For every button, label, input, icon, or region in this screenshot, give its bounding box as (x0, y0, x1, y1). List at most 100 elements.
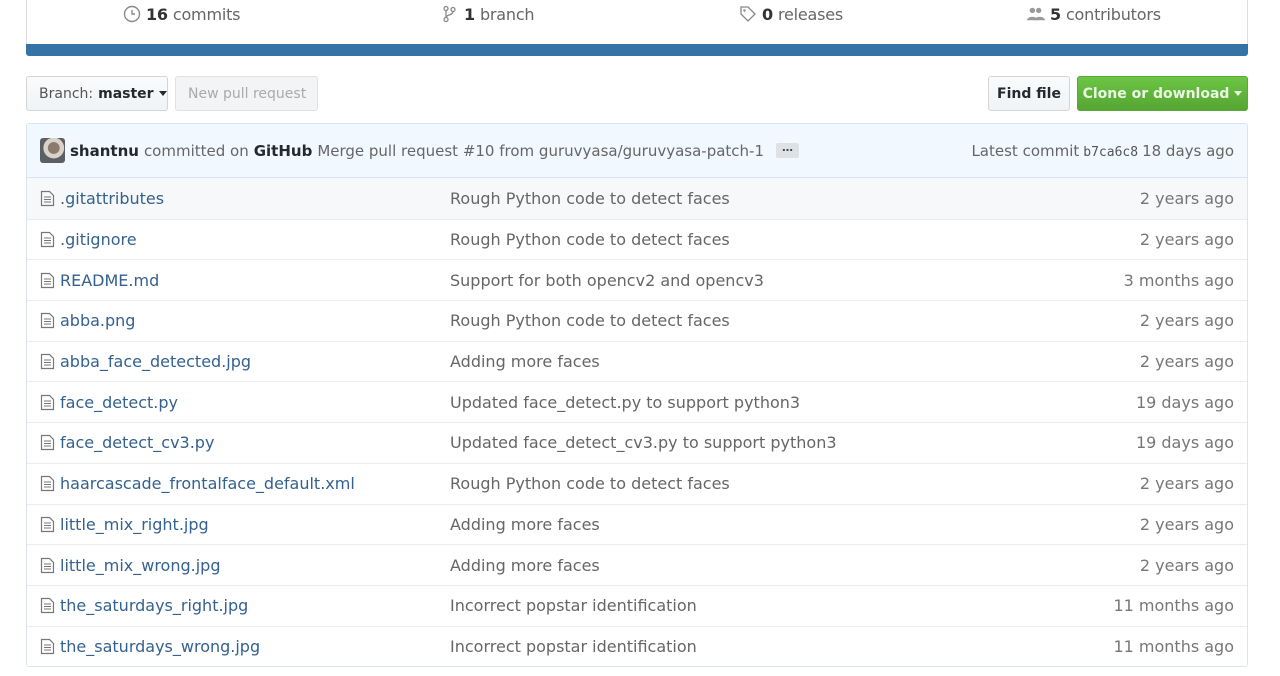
file-name-link[interactable]: the_saturdays_right.jpg (40, 596, 450, 615)
file-name-link[interactable]: README.md (40, 271, 450, 290)
file-commit-message-link[interactable]: Incorrect popstar identification (450, 596, 1113, 615)
latest-commit-label: Latest commit (971, 141, 1080, 160)
commit-author-link[interactable]: shantnu (70, 142, 139, 160)
file-commit-message-link[interactable]: Adding more faces (450, 515, 1140, 534)
latest-commit-bar: shantnu committed on GitHub Merge pull r… (27, 124, 1247, 178)
file-row: README.md Support for both opencv2 and o… (27, 259, 1247, 301)
file-row: the_saturdays_right.jpg Incorrect popsta… (27, 584, 1247, 626)
file-name-link[interactable]: haarcascade_frontalface_default.xml (40, 474, 450, 493)
branch-select-button[interactable]: Branch: master (26, 76, 168, 111)
file-text-icon (40, 557, 55, 573)
branches-label: branch (479, 4, 535, 24)
file-name: abba_face_detected.jpg (60, 352, 252, 372)
file-age: 2 years ago (1139, 352, 1234, 372)
file-name: README.md (60, 270, 160, 290)
language-bar[interactable] (26, 44, 1248, 56)
file-age: 2 years ago (1139, 230, 1234, 250)
file-name: face_detect.py (60, 392, 178, 412)
file-commit-message-link[interactable]: Adding more faces (450, 556, 1140, 575)
branches-count: 1 (464, 4, 475, 24)
contributors-link[interactable]: 5 contributors (1027, 0, 1161, 28)
file-age: 2 years ago (1139, 514, 1234, 534)
file-text-icon (40, 435, 55, 451)
file-name: the_saturdays_right.jpg (60, 596, 249, 616)
file-name-link[interactable]: .gitignore (40, 230, 450, 249)
file-name-link[interactable]: face_detect.py (40, 393, 450, 412)
file-text-icon (40, 598, 55, 614)
file-row: face_detect_cv3.py Updated face_detect_c… (27, 422, 1247, 463)
commits-count: 16 (146, 4, 168, 24)
file-name-link[interactable]: the_saturdays_wrong.jpg (40, 637, 450, 656)
file-commit-message-link[interactable]: Updated face_detect_cv3.py to support py… (450, 433, 1136, 452)
file-commit-message-link[interactable]: Incorrect popstar identification (450, 637, 1113, 656)
file-name: little_mix_right.jpg (60, 514, 209, 534)
commit-message-link[interactable]: Merge pull request #10 from guruvyasa/gu… (317, 142, 764, 160)
commit-sha-link[interactable]: b7ca6c8 (1083, 145, 1138, 160)
commits-link[interactable]: 16 commits (123, 0, 240, 28)
file-row: little_mix_wrong.jpg Adding more faces 2… (27, 544, 1247, 585)
expand-commit-button[interactable]: … (776, 142, 800, 158)
file-name: .gitattributes (60, 188, 165, 208)
file-text-icon (40, 272, 55, 288)
avatar[interactable] (40, 138, 65, 163)
people-icon (1027, 7, 1045, 21)
file-row: the_saturdays_wrong.jpg Incorrect popsta… (27, 625, 1247, 667)
file-name: the_saturdays_wrong.jpg (60, 636, 261, 656)
file-age: 2 years ago (1139, 188, 1234, 208)
committed-on-text: committed on (143, 141, 249, 160)
file-text-icon (40, 516, 55, 532)
file-text-icon (40, 638, 55, 655)
file-age: 2 years ago (1139, 311, 1234, 331)
file-name-link[interactable]: .gitattributes (40, 189, 450, 208)
file-text-icon (40, 190, 55, 206)
file-name-link[interactable]: little_mix_wrong.jpg (40, 556, 450, 575)
file-name: haarcascade_frontalface_default.xml (60, 474, 355, 494)
branches-link[interactable]: 1 branch (441, 0, 535, 28)
file-commit-message-link[interactable]: Rough Python code to detect faces (450, 474, 1140, 493)
file-row: .gitignore Rough Python code to detect f… (27, 218, 1247, 260)
find-file-button[interactable]: Find file (988, 76, 1070, 111)
file-commit-message-link[interactable]: Rough Python code to detect faces (450, 311, 1140, 330)
file-name: little_mix_wrong.jpg (60, 555, 221, 575)
file-commit-message-link[interactable]: Adding more faces (450, 352, 1140, 371)
clone-label: Clone or download (1082, 85, 1230, 102)
clone-or-download-button[interactable]: Clone or download (1077, 76, 1248, 111)
file-age: 11 months ago (1113, 596, 1234, 616)
file-name: .gitignore (60, 230, 137, 250)
file-row: haarcascade_frontalface_default.xml Roug… (27, 462, 1247, 504)
file-name-link[interactable]: abba_face_detected.jpg (40, 352, 450, 371)
file-commit-message-link[interactable]: Support for both opencv2 and opencv3 (450, 271, 1124, 290)
releases-count: 0 (762, 4, 773, 24)
file-age: 19 days ago (1135, 433, 1234, 453)
file-name-link[interactable]: face_detect_cv3.py (40, 433, 450, 452)
file-text-icon (40, 313, 55, 329)
file-name: face_detect_cv3.py (60, 433, 215, 453)
history-icon (123, 5, 141, 23)
file-age: 2 years ago (1139, 555, 1234, 575)
branch-icon (443, 5, 456, 23)
caret-down-icon (1234, 91, 1243, 96)
file-age: 11 months ago (1113, 636, 1234, 656)
new-pull-request-button[interactable]: New pull request (175, 76, 318, 111)
file-row: face_detect.py Updated face_detect.py to… (27, 381, 1247, 423)
branch-name: master (98, 85, 154, 102)
file-text-icon (40, 231, 55, 248)
repo-summary: 16 commits 1 branch 0 releases 5 contrib… (26, 0, 1248, 44)
releases-link[interactable]: 0 releases (739, 0, 843, 28)
file-row: .gitattributes Rough Python code to dete… (27, 178, 1247, 219)
committer-name: GitHub (253, 141, 313, 160)
file-list: .gitattributes Rough Python code to dete… (27, 178, 1247, 667)
file-name-link[interactable]: little_mix_right.jpg (40, 515, 450, 534)
file-table: shantnu committed on GitHub Merge pull r… (26, 123, 1248, 668)
file-commit-message-link[interactable]: Updated face_detect.py to support python… (450, 393, 1136, 412)
file-name: abba.png (60, 311, 136, 331)
caret-down-icon (158, 91, 167, 96)
file-text-icon (40, 394, 55, 410)
contributors-label: contributors (1065, 4, 1161, 24)
file-name-link[interactable]: abba.png (40, 311, 450, 330)
file-age: 19 days ago (1135, 392, 1234, 412)
file-commit-message-link[interactable]: Rough Python code to detect faces (450, 230, 1140, 249)
file-commit-message-link[interactable]: Rough Python code to detect faces (450, 189, 1140, 208)
commits-label: commits (172, 4, 241, 24)
file-age: 2 years ago (1139, 474, 1234, 494)
